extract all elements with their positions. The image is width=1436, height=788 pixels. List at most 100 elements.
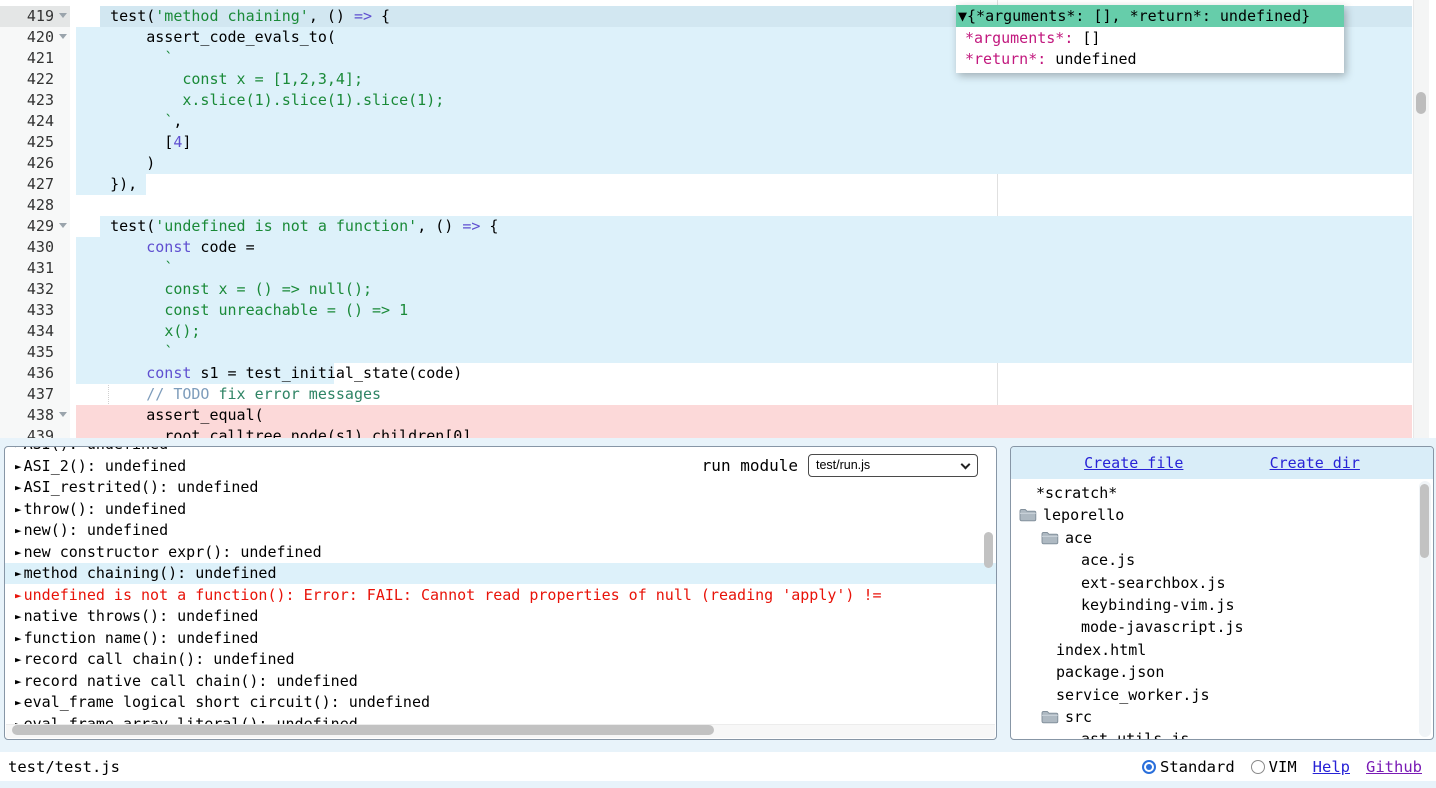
inspector-row-arguments: *arguments*: [] [956, 28, 1344, 49]
editor-line-423[interactable]: x.slice(1).slice(1).slice(1);423 [0, 90, 1436, 111]
editor-line-429[interactable]: test('undefined is not a function', () =… [0, 216, 1436, 237]
test-result-row[interactable]: ►ASI_restrited(): undefined [5, 477, 996, 498]
results-hscrollbar-track[interactable] [6, 724, 995, 738]
tree-file-package.json[interactable]: package.json [1011, 661, 1433, 683]
expand-triangle-icon[interactable]: ► [15, 460, 22, 473]
editor-line-434[interactable]: x();434 [0, 321, 1436, 342]
code-text: ) [74, 153, 155, 174]
expand-triangle-icon[interactable]: ► [15, 653, 22, 666]
expand-triangle-icon[interactable]: ► [15, 610, 22, 623]
tree-file-index.html[interactable]: index.html [1011, 639, 1433, 661]
test-result-row[interactable]: ►function name(): undefined [5, 628, 996, 649]
create-dir-link[interactable]: Create dir [1270, 454, 1360, 472]
tree-file-ace.js[interactable]: ace.js [1011, 549, 1433, 571]
code-text: assert_code_evals_to( [74, 27, 336, 48]
radio-vim[interactable] [1251, 760, 1265, 774]
value-inspector-header[interactable]: ▼{*arguments*: [], *return*: undefined} [956, 5, 1344, 27]
tree-folder-leporello[interactable]: leporello [1011, 504, 1433, 526]
gutter-line-number[interactable]: 438 [0, 405, 70, 426]
radio-standard[interactable] [1142, 760, 1156, 774]
gutter-line-number[interactable]: 420 [0, 27, 70, 48]
editor-line-435[interactable]: `435 [0, 342, 1436, 363]
test-result-row[interactable]: ►new(): undefined [5, 520, 996, 541]
editor-line-424[interactable]: `,424 [0, 111, 1436, 132]
results-hscrollbar-thumb[interactable] [12, 725, 714, 735]
test-result-row[interactable]: ►new constructor expr(): undefined [5, 542, 996, 563]
mode-standard-option[interactable]: Standard [1142, 758, 1235, 776]
help-link[interactable]: Help [1313, 758, 1350, 776]
code-editor[interactable]: test('method chaining', () => {419 asser… [0, 0, 1436, 438]
expand-triangle-icon[interactable]: ► [15, 675, 22, 688]
editor-line-426[interactable]: )426 [0, 153, 1436, 174]
editor-line-436[interactable]: const s1 = test_initial_state(code)436 [0, 363, 1436, 384]
gutter-line-number[interactable]: 428 [0, 195, 70, 216]
editor-line-431[interactable]: `431 [0, 258, 1436, 279]
run-module-select[interactable]: test/run.js [808, 454, 978, 477]
fold-arrow-icon[interactable] [59, 412, 67, 417]
fold-arrow-icon[interactable] [59, 13, 67, 18]
results-scrollbar-thumb[interactable] [984, 532, 993, 568]
tree-file-service_worker.js[interactable]: service_worker.js [1011, 684, 1433, 706]
expand-triangle-icon[interactable]: ► [15, 567, 22, 580]
editor-scrollbar-track[interactable] [1413, 0, 1429, 438]
editor-line-439[interactable]: root_calltree_node(s1).children[0]439 [0, 426, 1436, 438]
create-file-link[interactable]: Create file [1084, 454, 1183, 472]
expand-triangle-icon[interactable]: ► [15, 589, 22, 602]
tree-file-keybinding-vim.js[interactable]: keybinding-vim.js [1011, 594, 1433, 616]
test-result-row[interactable]: ►record call chain(): undefined [5, 649, 996, 670]
mode-vim-option[interactable]: VIM [1251, 758, 1297, 776]
code-text: test('undefined is not a function', () =… [74, 216, 498, 237]
tree-folder-src[interactable]: src [1011, 706, 1433, 728]
expand-triangle-icon[interactable]: ► [15, 524, 22, 537]
expand-triangle-icon[interactable]: ► [15, 632, 22, 645]
test-result-text: record native call chain(): undefined [24, 672, 358, 690]
tree-file-mode-javascript.js[interactable]: mode-javascript.js [1011, 616, 1433, 638]
tree-file-ext-searchbox.js[interactable]: ext-searchbox.js [1011, 572, 1433, 594]
tree-scrollbar-thumb[interactable] [1420, 484, 1429, 558]
github-link[interactable]: Github [1366, 758, 1422, 776]
editor-line-437[interactable]: // TODO fix error messages437 [0, 384, 1436, 405]
editor-line-430[interactable]: const code =430 [0, 237, 1436, 258]
test-result-row[interactable]: ►throw(): undefined [5, 499, 996, 520]
editor-line-425[interactable]: [4]425 [0, 132, 1436, 153]
gutter-line-number[interactable]: 424 [0, 111, 70, 132]
expand-triangle-icon[interactable]: ► [15, 446, 22, 451]
fold-arrow-icon[interactable] [59, 223, 67, 228]
gutter-line-number[interactable]: 419 [0, 6, 70, 27]
editor-line-433[interactable]: const unreachable = () => 1433 [0, 300, 1436, 321]
test-result-row[interactable]: ►record native call chain(): undefined [5, 671, 996, 692]
gutter-line-number[interactable]: 426 [0, 153, 70, 174]
gutter-line-number[interactable]: 423 [0, 90, 70, 111]
fold-arrow-icon[interactable] [59, 34, 67, 39]
gutter-line-number[interactable]: 431 [0, 258, 70, 279]
gutter-line-number[interactable]: 425 [0, 132, 70, 153]
test-result-row[interactable]: ►method chaining(): undefined [5, 563, 996, 584]
test-result-row[interactable]: ►native throws(): undefined [5, 606, 996, 627]
test-result-row[interactable]: ►eval_frame logical short circuit(): und… [5, 692, 996, 713]
gutter-line-number[interactable]: 422 [0, 69, 70, 90]
editor-line-428[interactable]: 428 [0, 195, 1436, 216]
test-result-row[interactable]: ►undefined is not a function(): Error: F… [5, 585, 996, 606]
expand-triangle-icon[interactable]: ► [15, 481, 22, 494]
gutter-line-number[interactable]: 439 [0, 426, 70, 438]
gutter-line-number[interactable]: 427 [0, 174, 70, 195]
expand-triangle-icon[interactable]: ► [15, 696, 22, 709]
gutter-line-number[interactable]: 421 [0, 48, 70, 69]
expand-triangle-icon[interactable]: ► [15, 546, 22, 559]
editor-scrollbar-thumb[interactable] [1416, 92, 1426, 114]
tree-folder-ace[interactable]: ace [1011, 527, 1433, 549]
gutter-line-number[interactable]: 430 [0, 237, 70, 258]
gutter-line-number[interactable]: 434 [0, 321, 70, 342]
editor-line-427[interactable]: }),427 [0, 174, 1436, 195]
editor-line-432[interactable]: const x = () => null();432 [0, 279, 1436, 300]
gutter-line-number[interactable]: 433 [0, 300, 70, 321]
tree-file-ast_utils.js[interactable]: ast_utils.js [1011, 728, 1433, 740]
gutter-line-number[interactable]: 435 [0, 342, 70, 363]
gutter-line-number[interactable]: 429 [0, 216, 70, 237]
gutter-line-number[interactable]: 432 [0, 279, 70, 300]
tree-file-*scratch*[interactable]: *scratch* [1011, 482, 1433, 504]
editor-line-438[interactable]: assert_equal(438 [0, 405, 1436, 426]
gutter-line-number[interactable]: 436 [0, 363, 70, 384]
gutter-line-number[interactable]: 437 [0, 384, 70, 405]
expand-triangle-icon[interactable]: ► [15, 503, 22, 516]
